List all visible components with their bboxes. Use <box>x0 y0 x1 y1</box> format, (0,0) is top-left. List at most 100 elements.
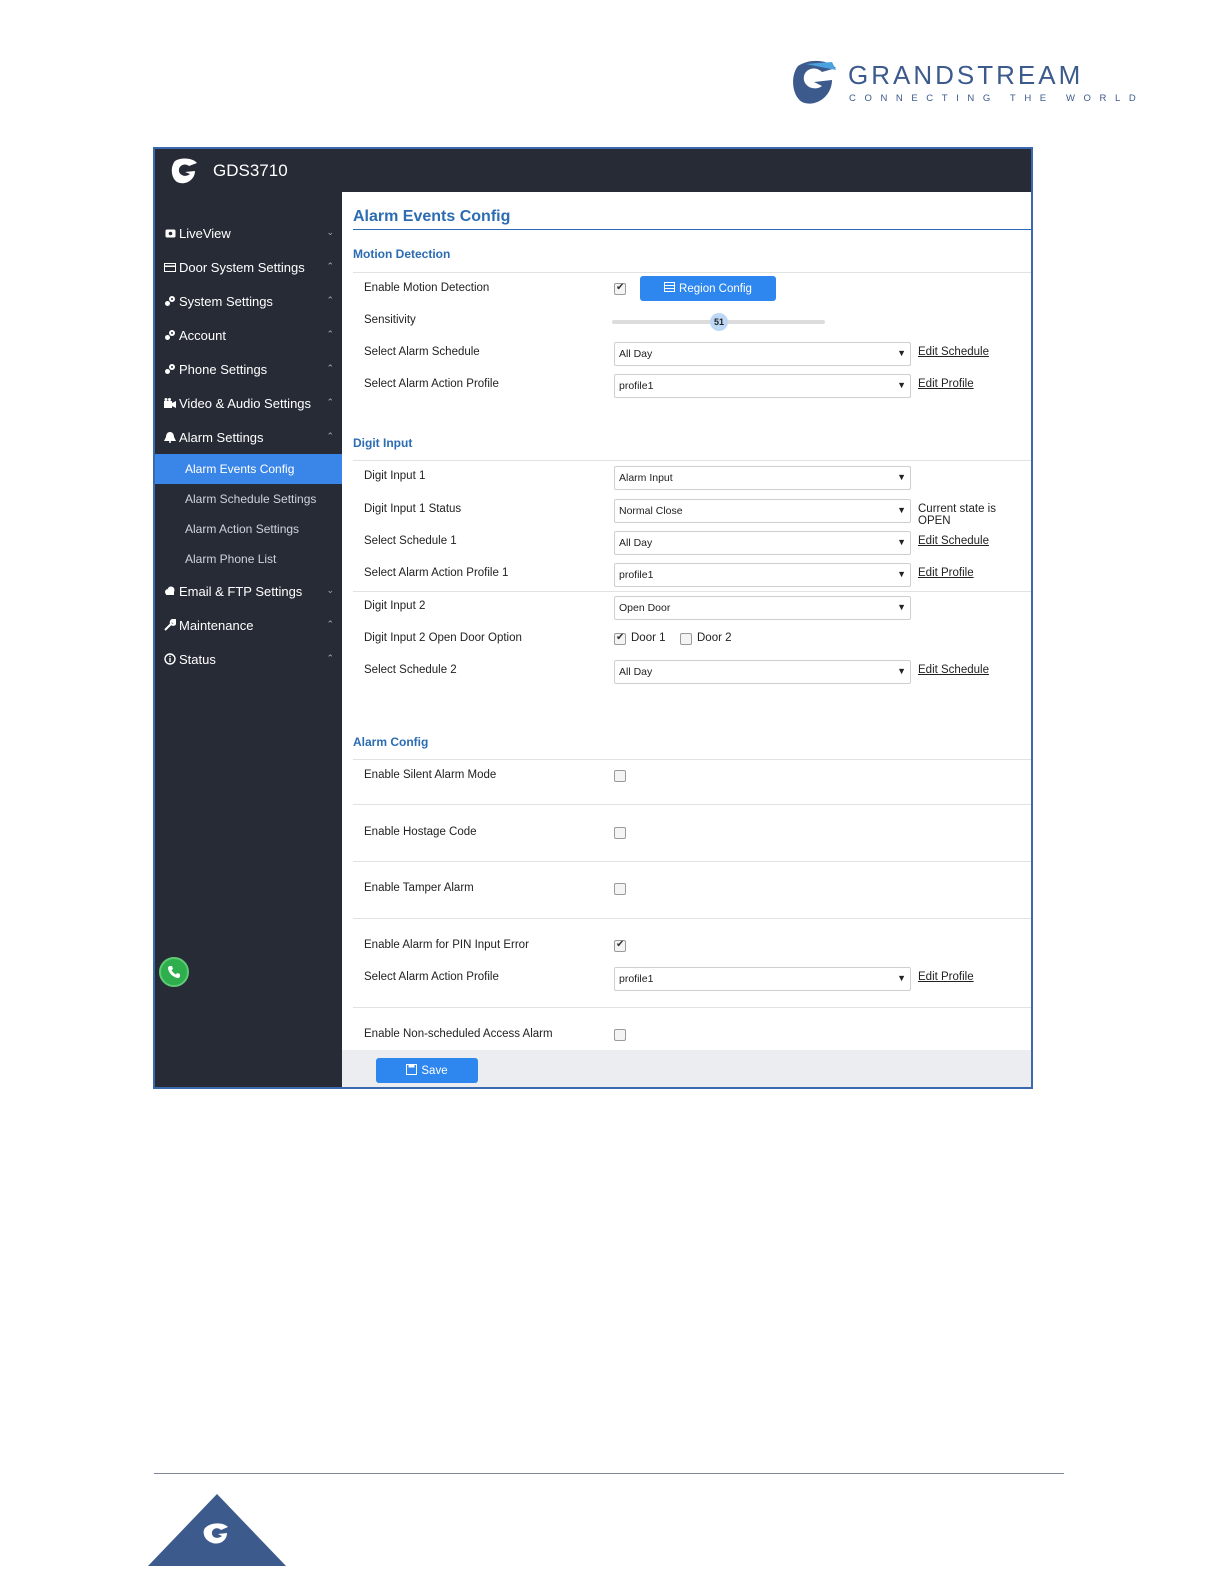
divider <box>353 460 1031 461</box>
digit-input-2-select[interactable]: Open Door ▼ <box>614 596 911 620</box>
pin-alarm-action-profile-select[interactable]: profile1 ▼ <box>614 967 911 991</box>
door-2-label: Door 2 <box>697 632 732 644</box>
grandstream-mark-icon <box>793 60 836 104</box>
list-icon <box>664 282 676 295</box>
select-value: profile1 <box>619 569 654 581</box>
current-state-text: Current state is OPEN <box>918 503 996 527</box>
alarm-action-profile-1-select[interactable]: profile1 ▼ <box>614 563 911 587</box>
sidebar-subitem-label: Alarm Action Settings <box>185 522 300 536</box>
dropdown-arrow-icon: ▼ <box>897 472 906 482</box>
footer-logo-icon <box>148 1494 286 1566</box>
divider <box>353 804 1031 805</box>
enable-tamper-alarm-checkbox[interactable] <box>614 883 626 895</box>
chevron-up-icon: ⌃ <box>326 363 334 373</box>
enable-motion-detection-checkbox[interactable] <box>614 282 626 295</box>
edit-profile-link[interactable]: Edit Profile <box>918 378 974 390</box>
info-icon <box>163 652 177 666</box>
sensitivity-slider-handle[interactable]: 51 <box>710 313 728 331</box>
app-title: GDS3710 <box>213 161 288 180</box>
select-schedule-1-label: Select Schedule 1 <box>364 535 457 547</box>
edit-profile-link[interactable]: Edit Profile <box>918 971 974 983</box>
sidebar-subitem-alarm-schedule-settings[interactable]: Alarm Schedule Settings <box>155 484 342 514</box>
save-label: Save <box>421 1064 448 1077</box>
sidebar-subitem-alarm-phone-list[interactable]: Alarm Phone List <box>155 544 342 574</box>
dropdown-arrow-icon: ▼ <box>897 666 906 676</box>
sidebar-subitem-label: Alarm Phone List <box>185 552 277 566</box>
sidebar-item-liveview[interactable]: LiveView ⌄ <box>155 216 342 250</box>
region-config-label: Region Config <box>679 282 752 295</box>
alarm-action-profile-select[interactable]: profile1 ▼ <box>614 374 911 398</box>
edit-schedule-link[interactable]: Edit Schedule <box>918 535 989 547</box>
dropdown-arrow-icon: ▼ <box>897 602 906 612</box>
sidebar-item-account[interactable]: Account ⌃ <box>155 318 342 352</box>
sidebar-item-phone-settings[interactable]: Phone Settings ⌃ <box>155 352 342 386</box>
chevron-up-icon: ⌃ <box>326 653 334 663</box>
door-1-label: Door 1 <box>631 632 666 644</box>
chevron-up-icon: ⌃ <box>326 619 334 629</box>
door-1-checkbox[interactable] <box>614 632 626 645</box>
digit-input-1-select[interactable]: Alarm Input ▼ <box>614 466 911 490</box>
sidebar-subitem-label: Alarm Events Config <box>185 462 295 476</box>
sidebar-subitem-alarm-events-config[interactable]: Alarm Events Config <box>155 454 342 484</box>
sensitivity-value: 51 <box>713 317 724 327</box>
section-heading-digit-input: Digit Input <box>353 436 413 450</box>
app-window: GDS3710 LiveView ⌄ Door System Settings … <box>153 147 1033 1089</box>
save-button[interactable]: Save <box>376 1058 478 1083</box>
app-logo-icon <box>171 158 197 184</box>
enable-hostage-code-checkbox[interactable] <box>614 827 626 839</box>
sidebar-item-label: Status <box>179 651 216 667</box>
gears-icon <box>163 328 177 342</box>
phone-call-button[interactable] <box>159 957 189 987</box>
divider <box>353 1007 1031 1008</box>
pin-alarm-action-profile-label: Select Alarm Action Profile <box>364 971 499 983</box>
schedule-2-select[interactable]: All Day ▼ <box>614 660 911 684</box>
select-value: profile1 <box>619 380 654 392</box>
edit-schedule-link[interactable]: Edit Schedule <box>918 664 989 676</box>
sidebar-item-label: Phone Settings <box>179 361 268 377</box>
sidebar-item-label: Email & FTP Settings <box>179 583 303 599</box>
sidebar-item-status[interactable]: Status ⌃ <box>155 642 342 676</box>
save-icon <box>406 1063 418 1078</box>
select-value: Normal Close <box>619 505 683 517</box>
chevron-up-icon: ⌃ <box>326 329 334 339</box>
enable-hostage-code-label: Enable Hostage Code <box>364 826 477 838</box>
chevron-up-icon: ⌃ <box>326 295 334 305</box>
title-divider <box>353 229 1031 230</box>
chevron-down-icon: ⌄ <box>326 227 334 237</box>
region-config-button[interactable]: Region Config <box>640 276 776 301</box>
door-2-checkbox[interactable] <box>680 633 692 645</box>
enable-nonscheduled-access-alarm-checkbox[interactable] <box>614 1029 626 1041</box>
sidebar-subitem-label: Alarm Schedule Settings <box>185 492 317 506</box>
dropdown-arrow-icon: ▼ <box>897 348 906 358</box>
sidebar-item-label: LiveView <box>179 225 231 241</box>
sidebar-item-email-ftp-settings[interactable]: Email & FTP Settings ⌄ <box>155 574 342 608</box>
alarm-schedule-select[interactable]: All Day ▼ <box>614 342 911 366</box>
digit-input-1-status-select[interactable]: Normal Close ▼ <box>614 499 911 523</box>
enable-silent-alarm-checkbox[interactable] <box>614 770 626 782</box>
sidebar-item-alarm-settings[interactable]: Alarm Settings ⌃ <box>155 420 342 454</box>
main-content: Alarm Events Config Motion Detection Ena… <box>342 192 1031 1087</box>
select-value: All Day <box>619 537 653 549</box>
chevron-up-icon: ⌃ <box>326 397 334 407</box>
grandstream-logo: GRANDSTREAM CONNECTING THE WORLD <box>792 58 1136 110</box>
sidebar-item-video-audio-settings[interactable]: Video & Audio Settings ⌃ <box>155 386 342 420</box>
brand-tagline: CONNECTING THE WORLD <box>849 93 1145 104</box>
footer-divider <box>154 1473 1064 1474</box>
sidebar-nav: LiveView ⌄ Door System Settings ⌃ System… <box>155 216 342 676</box>
top-bar: GDS3710 <box>155 149 1031 192</box>
bell-icon <box>163 430 177 444</box>
schedule-1-select[interactable]: All Day ▼ <box>614 531 911 555</box>
sidebar-item-label: Door System Settings <box>179 259 305 275</box>
enable-pin-error-alarm-checkbox[interactable] <box>614 939 626 952</box>
edit-schedule-link[interactable]: Edit Schedule <box>918 346 989 358</box>
digit-input-2-door-option-label: Digit Input 2 Open Door Option <box>364 632 522 644</box>
select-alarm-action-profile-label: Select Alarm Action Profile <box>364 378 499 390</box>
sidebar-subitem-alarm-action-settings[interactable]: Alarm Action Settings <box>155 514 342 544</box>
sidebar-item-maintenance[interactable]: Maintenance ⌃ <box>155 608 342 642</box>
sidebar-item-system-settings[interactable]: System Settings ⌃ <box>155 284 342 318</box>
sidebar-item-door-system-settings[interactable]: Door System Settings ⌃ <box>155 250 342 284</box>
chevron-up-icon: ⌃ <box>326 431 334 441</box>
edit-profile-link[interactable]: Edit Profile <box>918 567 974 579</box>
digit-input-2-label: Digit Input 2 <box>364 600 426 612</box>
gears-icon <box>163 294 177 308</box>
